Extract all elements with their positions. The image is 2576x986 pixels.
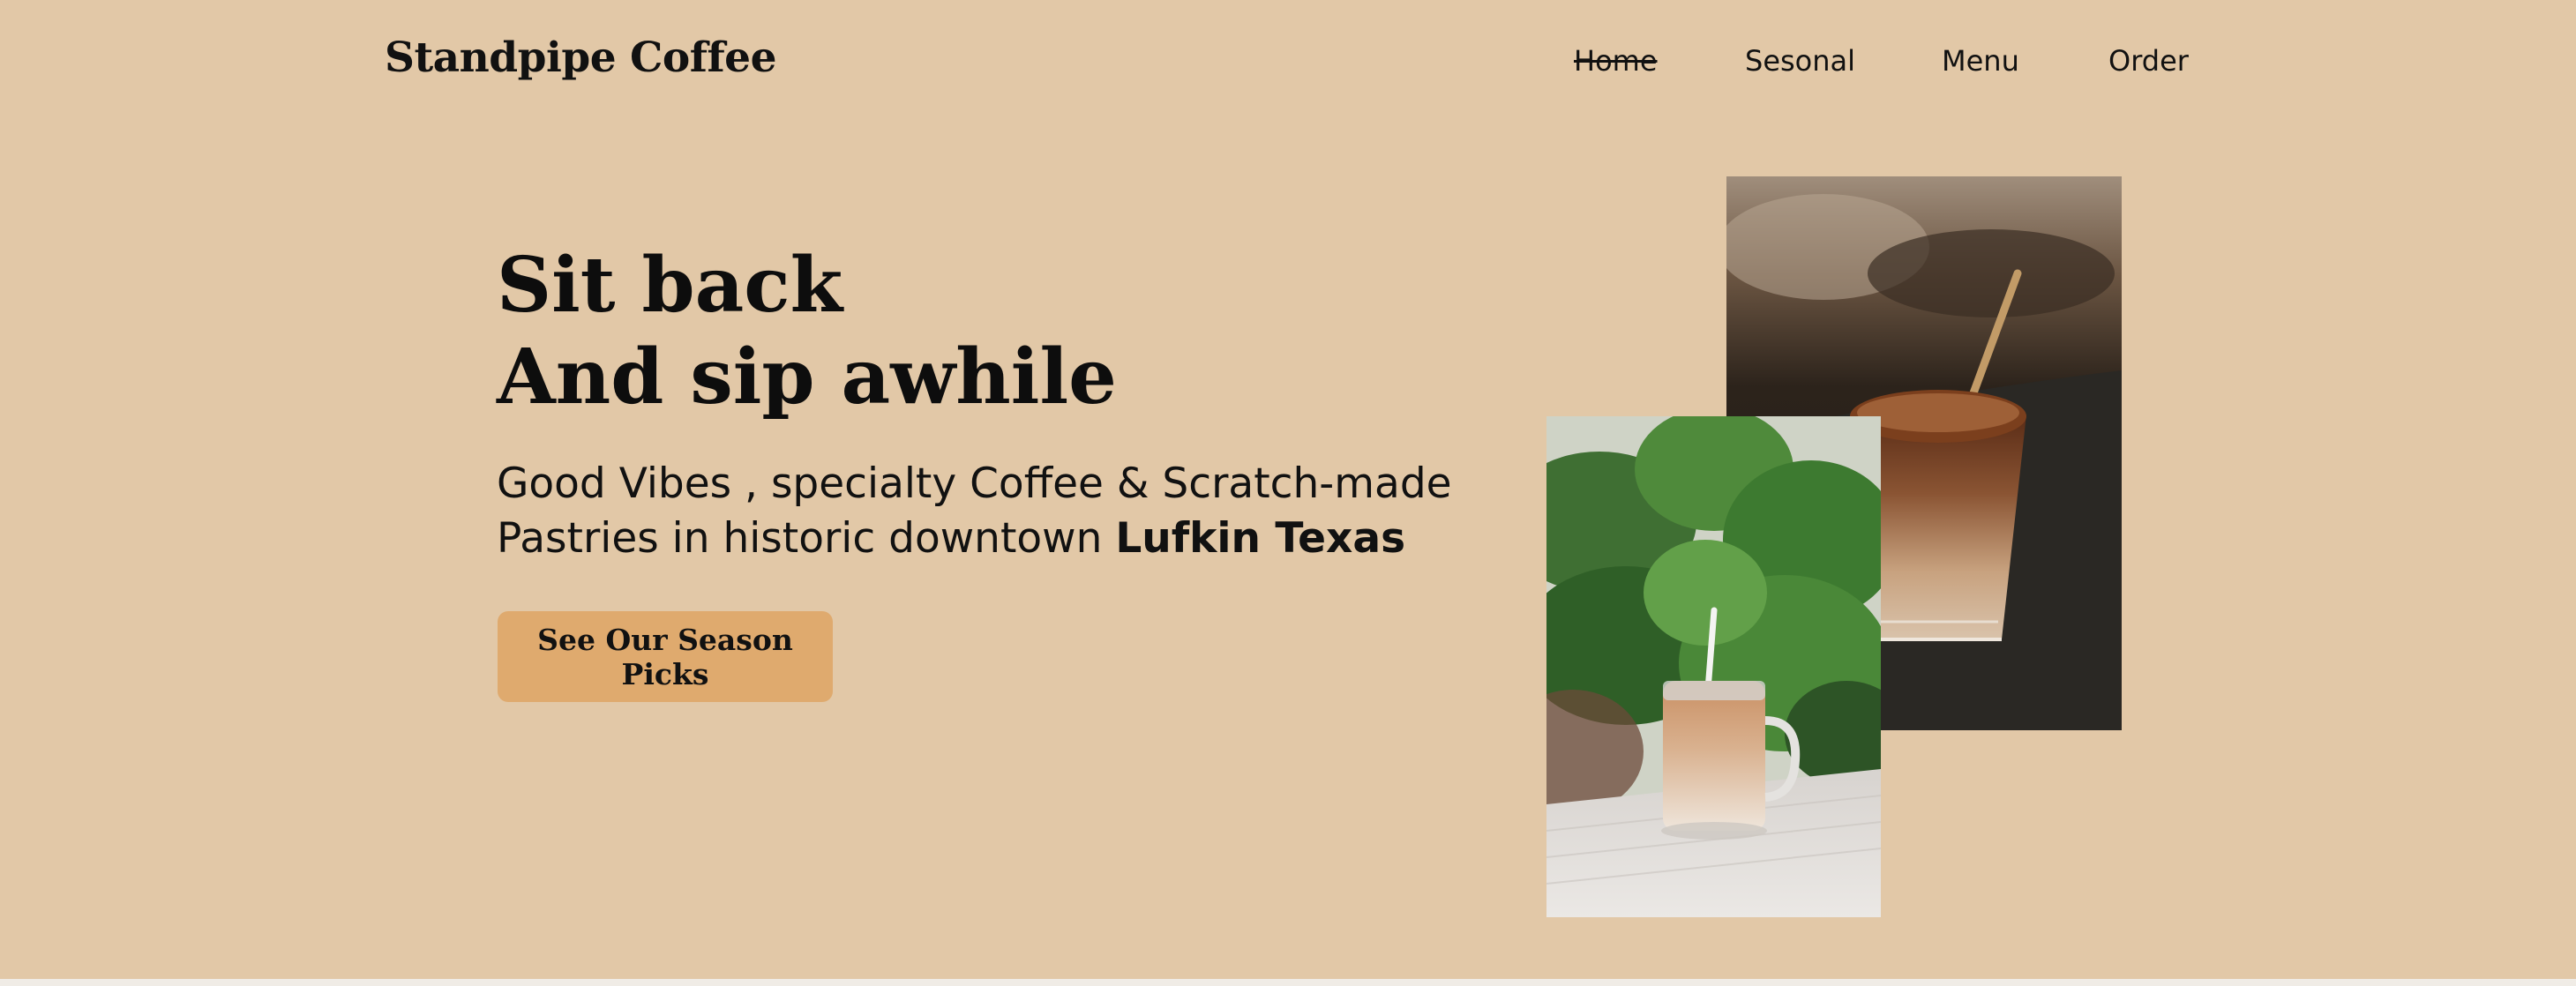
tagline-line-2: Pastries in historic downtown Lufkin Tex… bbox=[497, 512, 1511, 566]
tagline-line-2-text: Pastries in historic downtown bbox=[497, 514, 1116, 563]
mason-jar-latte-photo bbox=[1546, 416, 1881, 917]
nav-order[interactable]: Order bbox=[2108, 44, 2189, 78]
season-picks-button[interactable]: See Our Season Picks bbox=[498, 611, 833, 702]
tagline-location: Lufkin Texas bbox=[1115, 514, 1406, 563]
landing-page: Standpipe Coffee Home Sesonal Menu Order… bbox=[0, 0, 2576, 986]
hero-headline: Sit back And sip awhile bbox=[497, 240, 1117, 423]
nav-menu[interactable]: Menu bbox=[1942, 44, 2019, 78]
main-nav: Home Sesonal Menu Order bbox=[0, 44, 2576, 85]
nav-seasonal[interactable]: Sesonal bbox=[1745, 44, 1855, 78]
tagline-line-1: Good Vibes , specialty Coffee & Scratch-… bbox=[497, 459, 1452, 508]
next-section-edge bbox=[0, 979, 2576, 986]
mason-jar-latte-image bbox=[1546, 416, 1881, 917]
headline-line-2: And sip awhile bbox=[497, 332, 1117, 422]
nav-home[interactable]: Home bbox=[1574, 44, 1658, 78]
hero-tagline: Good Vibes , specialty Coffee & Scratch-… bbox=[497, 457, 1511, 566]
headline-line-1: Sit back bbox=[497, 241, 843, 330]
